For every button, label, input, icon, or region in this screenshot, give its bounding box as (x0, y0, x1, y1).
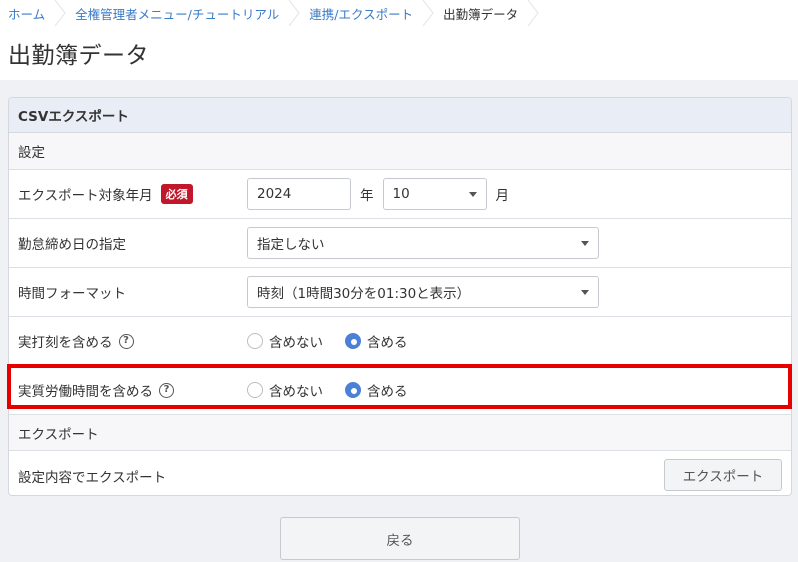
breadcrumb-link-admin-menu[interactable]: 全権管理者メニュー/チュートリアル (75, 4, 279, 23)
time-format-select[interactable]: 時刻（1時間30分を01:30と表示） (247, 276, 599, 308)
year-unit-label: 年 (360, 188, 374, 204)
breadcrumb-item-home[interactable]: ホーム (0, 0, 67, 26)
export-row: 設定内容でエクスポート エクスポート (9, 451, 791, 495)
target-month-row: エクスポート対象年月 必須 2024 年 10 月 (9, 170, 791, 219)
radio-exclude-actual-punch[interactable]: 含めない (247, 331, 323, 351)
include-actual-work-row: 実質労働時間を含める ? 含めない 含める (9, 366, 791, 415)
top-bar: ホーム 全権管理者メニュー/チュートリアル 連携/エクスポート 出勤簿データ 出… (0, 0, 798, 80)
radio-circle-icon[interactable] (345, 382, 361, 398)
target-month-label: エクスポート対象年月 (18, 188, 153, 204)
month-unit-label: 月 (495, 188, 510, 204)
breadcrumb-separator-icon (54, 0, 66, 26)
time-format-select-value: 時刻（1時間30分を01:30と表示） (257, 286, 471, 302)
csv-export-panel: CSVエクスポート 設定 エクスポート対象年月 必須 2024 年 10 月 勤… (8, 97, 792, 496)
breadcrumb-current-label: 出勤簿データ (443, 6, 519, 22)
radio-label: 含めない (269, 384, 323, 400)
closing-day-row: 勤怠締め日の指定 指定しない (9, 219, 791, 268)
back-button[interactable]: 戻る (280, 517, 520, 560)
radio-circle-icon[interactable] (247, 382, 263, 398)
breadcrumb-item-admin-menu[interactable]: 全権管理者メニュー/チュートリアル (67, 0, 301, 26)
include-actual-work-label: 実質労働時間を含める (18, 384, 153, 400)
export-label: 設定内容でエクスポート (18, 469, 167, 486)
settings-section-header: 設定 (9, 133, 791, 170)
breadcrumb-link-integration-export[interactable]: 連携/エクスポート (309, 4, 413, 23)
radio-circle-icon[interactable] (247, 333, 263, 349)
closing-day-label: 勤怠締め日の指定 (18, 237, 126, 253)
radio-label: 含める (367, 384, 408, 400)
required-badge: 必須 (160, 184, 193, 204)
export-section-header: エクスポート (9, 415, 791, 451)
year-input[interactable]: 2024 (247, 178, 351, 210)
radio-include-actual-punch[interactable]: 含める (345, 331, 408, 351)
month-select[interactable]: 10 (382, 178, 487, 210)
include-actual-punch-row: 実打刻を含める ? 含めない 含める (9, 317, 791, 366)
help-icon[interactable]: ? (118, 333, 134, 349)
closing-day-select[interactable]: 指定しない (247, 227, 599, 259)
radio-label: 含める (367, 335, 408, 351)
chevron-down-icon (581, 290, 589, 295)
chevron-down-icon (581, 241, 589, 246)
radio-label: 含めない (269, 335, 323, 351)
breadcrumb-separator-icon (288, 0, 300, 26)
help-icon[interactable]: ? (159, 382, 174, 398)
breadcrumb-link-home[interactable]: ホーム (8, 4, 45, 23)
radio-include-actual-work[interactable]: 含める (345, 380, 408, 400)
export-button[interactable]: エクスポート (664, 459, 782, 491)
chevron-down-icon (468, 192, 477, 197)
panel-heading: CSVエクスポート (9, 98, 791, 133)
breadcrumb: ホーム 全権管理者メニュー/チュートリアル 連携/エクスポート 出勤簿データ (0, 0, 798, 26)
closing-day-select-value: 指定しない (257, 237, 325, 253)
include-actual-punch-label: 実打刻を含める (18, 335, 113, 351)
breadcrumb-item-current: 出勤簿データ (435, 0, 540, 26)
breadcrumb-item-integration-export[interactable]: 連携/エクスポート (301, 0, 435, 26)
breadcrumb-separator-icon (422, 0, 434, 26)
breadcrumb-separator-icon (527, 0, 539, 26)
radio-circle-icon[interactable] (345, 333, 361, 349)
time-format-row: 時間フォーマット 時刻（1時間30分を01:30と表示） (9, 268, 791, 317)
page-title: 出勤簿データ (8, 43, 149, 69)
radio-exclude-actual-work[interactable]: 含めない (247, 380, 323, 400)
time-format-label: 時間フォーマット (18, 286, 126, 302)
month-select-value: 10 (392, 186, 410, 202)
